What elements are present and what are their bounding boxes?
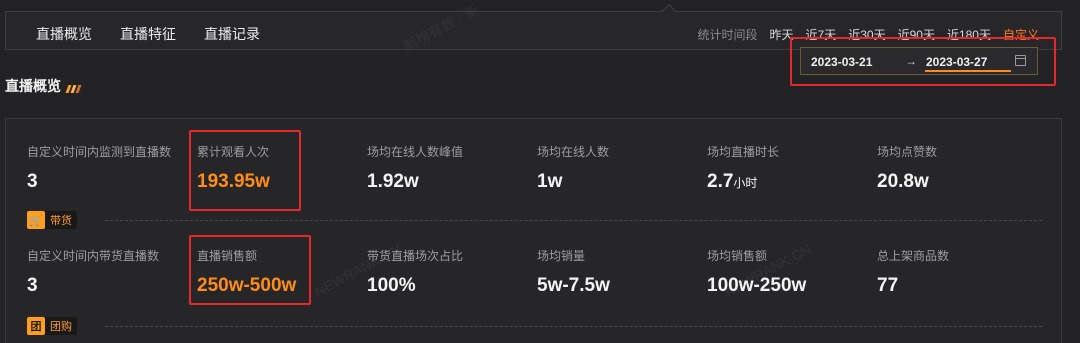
metric-label: 场均销售额 xyxy=(707,249,768,263)
metric-live-count: 自定义时间内监测到直播数 3 xyxy=(27,143,192,192)
metric-number: 2.7 xyxy=(707,171,734,192)
metric-total-products: 总上架商品数 77 xyxy=(877,247,1042,296)
metric-value: 100w-250w xyxy=(707,275,807,296)
groupbuy-icon: 团 xyxy=(27,317,45,335)
metric-avg-sales: 场均销售额 100w-250w xyxy=(707,247,872,296)
period-label: 统计时间段 xyxy=(697,28,758,42)
metric-label: 带货直播场次占比 xyxy=(367,249,464,263)
tag-ecommerce: 🛒 带货 xyxy=(27,211,77,229)
metric-value: 3 xyxy=(27,171,38,192)
metric-value: 77 xyxy=(877,275,899,296)
metric-avg-volume: 场均销量 5w-7.5w xyxy=(537,247,702,296)
metric-label: 自定义时间内带货直播数 xyxy=(27,249,160,263)
metric-unit: 小时 xyxy=(733,176,758,190)
highlight-box-date-range xyxy=(790,37,1056,86)
tab-bar: 直播概览 直播特征 直播记录 xyxy=(36,24,260,44)
metric-value: 1.92w xyxy=(367,171,419,192)
metric-label: 场均销量 xyxy=(537,249,586,263)
metric-avg-online: 场均在线人数 1w xyxy=(537,143,702,192)
metric-sales-ratio: 带货直播场次占比 100% xyxy=(367,247,532,296)
metric-label: 场均在线人数 xyxy=(537,145,610,159)
highlight-box-total-views xyxy=(189,130,301,211)
metric-label: 场均在线人数峰值 xyxy=(367,145,464,159)
metric-sales-live-count: 自定义时间内带货直播数 3 xyxy=(27,247,192,296)
metric-avg-duration: 场均直播时长 2.7小时 xyxy=(707,143,872,192)
tab-overview[interactable]: 直播概览 xyxy=(36,24,92,44)
cart-icon: 🛒 xyxy=(27,211,45,229)
metric-label: 场均点赞数 xyxy=(877,145,938,159)
tab-features[interactable]: 直播特征 xyxy=(120,24,176,44)
metric-label: 场均直播时长 xyxy=(707,145,780,159)
tag-label: 带货 xyxy=(50,215,72,227)
metric-value: 3 xyxy=(27,275,38,296)
divider xyxy=(105,220,1042,221)
tag-label: 团购 xyxy=(50,321,72,333)
metric-value: 1w xyxy=(537,171,563,192)
title-decoration-icon xyxy=(65,80,82,98)
metric-value: 100% xyxy=(367,275,416,296)
nav-caret xyxy=(661,3,677,19)
metric-value: 2.7小时 xyxy=(707,171,757,193)
highlight-box-sales-amount xyxy=(189,235,311,305)
metric-label: 自定义时间内监测到直播数 xyxy=(27,145,172,159)
metric-peak-online: 场均在线人数峰值 1.92w xyxy=(367,143,532,192)
section-title: 直播概览 xyxy=(5,78,61,94)
metric-avg-likes: 场均点赞数 20.8w xyxy=(877,143,1042,192)
tag-groupbuy: 团 团购 xyxy=(27,317,77,335)
metric-value: 20.8w xyxy=(877,171,929,192)
metric-value: 5w-7.5w xyxy=(537,275,610,296)
tab-records[interactable]: 直播记录 xyxy=(204,24,260,44)
metric-label: 总上架商品数 xyxy=(877,249,950,263)
divider xyxy=(105,326,1042,327)
